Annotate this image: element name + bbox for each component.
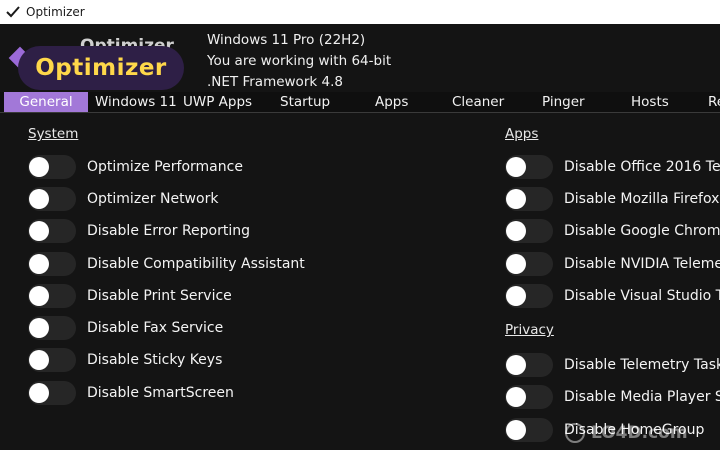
option-disable-firefox-telemetry[interactable]: Disable Mozilla Firefox T (505, 187, 720, 211)
toggle-knob (29, 350, 49, 370)
toggle-switch[interactable] (505, 353, 553, 377)
toggle-knob (29, 221, 49, 241)
os-version: Windows 11 Pro (22H2) (207, 32, 366, 48)
toggle-knob (506, 420, 526, 440)
toggle-knob (29, 157, 49, 177)
option-disable-print-service[interactable]: Disable Print Service (28, 284, 232, 308)
watermark-text: LO4D.com (591, 423, 688, 443)
option-disable-telemetry-tasks[interactable]: Disable Telemetry Tasks (505, 353, 720, 377)
toggle-knob (29, 318, 49, 338)
option-label: Disable Sticky Keys (87, 352, 223, 368)
section-title-privacy: Privacy (505, 322, 554, 338)
toggle-switch[interactable] (28, 219, 76, 243)
tab-bar: General Windows 11 UWP Apps Startup Apps… (0, 92, 720, 113)
option-label: Optimizer Network (87, 191, 219, 207)
option-label: Disable Compatibility Assistant (87, 256, 305, 272)
toggle-switch[interactable] (505, 252, 553, 276)
toggle-knob (506, 254, 526, 274)
toggle-switch[interactable] (28, 381, 76, 405)
section-title-system: System (28, 126, 79, 142)
option-disable-chrome-telemetry[interactable]: Disable Google Chrome (505, 219, 720, 243)
option-disable-office-telemetry[interactable]: Disable Office 2016 Tele (505, 155, 720, 179)
option-optimizer-network[interactable]: Optimizer Network (28, 187, 218, 211)
option-disable-nvidia-telemetry[interactable]: Disable NVIDIA Telemet (505, 252, 720, 276)
option-label: Disable Mozilla Firefox T (564, 191, 720, 207)
system-info: Windows 11 Pro (22H2) You are working wi… (207, 30, 391, 93)
option-optimize-performance[interactable]: Optimize Performance (28, 155, 243, 179)
toggle-knob (29, 254, 49, 274)
toggle-switch[interactable] (505, 385, 553, 409)
toggle-switch[interactable] (505, 187, 553, 211)
tab-apps[interactable]: Apps (375, 92, 408, 112)
toggle-switch[interactable] (28, 187, 76, 211)
option-label: Disable Print Service (87, 288, 232, 304)
toggle-knob (506, 221, 526, 241)
framework-info: .NET Framework 4.8 (207, 74, 343, 90)
tab-general[interactable]: General (4, 92, 88, 112)
option-disable-visual-studio-telemetry[interactable]: Disable Visual Studio To (505, 284, 720, 308)
option-label: Disable Visual Studio To (564, 288, 720, 304)
tab-hosts[interactable]: Hosts (631, 92, 669, 112)
toggle-switch[interactable] (28, 252, 76, 276)
option-disable-media-player-sharing[interactable]: Disable Media Player Sh (505, 385, 720, 409)
toggle-switch[interactable] (505, 155, 553, 179)
logo: Optimizer (18, 46, 184, 90)
option-disable-error-reporting[interactable]: Disable Error Reporting (28, 219, 250, 243)
tab-uwp-apps[interactable]: UWP Apps (183, 92, 252, 112)
toggle-switch[interactable] (505, 418, 553, 442)
header: Optimizer Optimizer Windows 11 Pro (22H2… (0, 24, 720, 92)
toggle-knob (506, 157, 526, 177)
tab-re[interactable]: Re (708, 92, 720, 112)
option-label: Disable Media Player Sh (564, 389, 720, 405)
toggle-knob (506, 355, 526, 375)
toggle-knob (29, 189, 49, 209)
option-label: Disable Error Reporting (87, 223, 251, 239)
section-title-apps: Apps (505, 126, 539, 142)
option-disable-smartscreen[interactable]: Disable SmartScreen (28, 381, 234, 405)
watermark-globe-icon (565, 423, 585, 443)
toggle-knob (506, 286, 526, 306)
toggle-switch[interactable] (28, 348, 76, 372)
tab-startup[interactable]: Startup (280, 92, 330, 112)
option-label: Disable Telemetry Tasks (564, 357, 720, 373)
toggle-switch[interactable] (28, 155, 76, 179)
option-label: Disable Fax Service (87, 320, 224, 336)
bitness-info: You are working with 64-bit (207, 53, 392, 69)
window-title: Optimizer (26, 5, 85, 19)
toggle-knob (29, 286, 49, 306)
watermark: LO4D.com (565, 420, 715, 446)
toggle-switch[interactable] (28, 316, 76, 340)
toggle-knob (506, 387, 526, 407)
toggle-knob (29, 383, 49, 403)
toggle-switch[interactable] (505, 284, 553, 308)
tab-windows-11[interactable]: Windows 11 (95, 92, 177, 112)
option-label: Disable NVIDIA Telemet (564, 256, 720, 272)
tab-pinger[interactable]: Pinger (542, 92, 585, 112)
title-bar: Optimizer (0, 0, 720, 24)
option-disable-sticky-keys[interactable]: Disable Sticky Keys (28, 348, 222, 372)
tab-cleaner[interactable]: Cleaner (452, 92, 504, 112)
option-label: Disable Google Chrome (564, 223, 720, 239)
toggle-switch[interactable] (505, 219, 553, 243)
option-label: Optimize Performance (87, 159, 243, 175)
option-label: Disable SmartScreen (87, 385, 234, 401)
option-label: Disable Office 2016 Tele (564, 159, 720, 175)
toggle-knob (506, 189, 526, 209)
option-disable-fax-service[interactable]: Disable Fax Service (28, 316, 223, 340)
logo-text: Optimizer (35, 55, 167, 81)
option-disable-compatibility-assistant[interactable]: Disable Compatibility Assistant (28, 252, 305, 276)
toggle-switch[interactable] (28, 284, 76, 308)
check-icon (6, 6, 20, 18)
